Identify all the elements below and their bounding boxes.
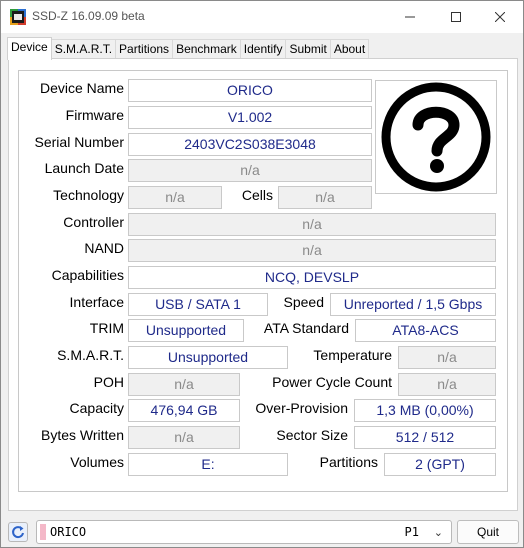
close-button[interactable] [477, 1, 523, 33]
quit-button[interactable]: Quit [457, 520, 519, 544]
volumes-value: E: [128, 453, 288, 476]
question-mark-icon [381, 82, 491, 192]
tab-smart[interactable]: S.M.A.R.T. [50, 39, 117, 60]
device-name-label: Device Name [39, 80, 124, 96]
over-provision-label: Over-Provision [255, 400, 348, 416]
cells-label: Cells [241, 187, 273, 203]
smart-label: S.M.A.R.T. [57, 347, 124, 363]
ssdz-app-icon [10, 9, 26, 25]
capabilities-label: Capabilities [51, 267, 124, 283]
tab-device[interactable]: Device [7, 37, 52, 60]
poh-value: n/a [128, 373, 240, 396]
nand-label: NAND [84, 240, 124, 256]
bytes-written-value: n/a [128, 426, 240, 449]
tab-strip: Device S.M.A.R.T. Partitions Benchmark I… [7, 37, 370, 60]
speed-label: Speed [283, 294, 324, 310]
sector-size-label: Sector Size [276, 427, 348, 443]
title-bar[interactable]: SSD-Z 16.09.09 beta [1, 1, 523, 33]
launch-date-label: Launch Date [44, 160, 124, 176]
capabilities-value: NCQ, DEVSLP [128, 266, 496, 289]
bottom-bar: ORICO P1 ⌄ Quit [1, 515, 523, 547]
controller-value: n/a [128, 213, 496, 236]
ata-standard-label: ATA Standard [263, 320, 349, 336]
ata-standard-value: ATA8-ACS [355, 319, 496, 342]
volumes-label: Volumes [70, 454, 124, 470]
minimize-button[interactable] [387, 1, 433, 33]
device-image [375, 80, 497, 194]
drive-select-partition: P1 [404, 525, 419, 539]
maximize-button[interactable] [433, 1, 479, 33]
nand-value: n/a [128, 239, 496, 262]
tab-benchmark[interactable]: Benchmark [172, 39, 241, 60]
tab-partitions[interactable]: Partitions [115, 39, 174, 60]
power-cycle-count-label: Power Cycle Count [272, 374, 392, 390]
tab-about[interactable]: About [329, 39, 370, 60]
bytes-written-label: Bytes Written [41, 427, 124, 443]
window-title: SSD-Z 16.09.09 beta [32, 9, 145, 23]
partitions-label: Partitions [319, 454, 378, 470]
power-cycle-count-value: n/a [398, 373, 496, 396]
device-name-value: ORICO [128, 79, 372, 102]
controller-label: Controller [63, 214, 124, 230]
technology-value: n/a [128, 186, 222, 209]
maximize-icon [451, 12, 461, 22]
chevron-down-icon[interactable]: ⌄ [434, 522, 443, 544]
partitions-value: 2 (GPT) [384, 453, 496, 476]
smart-value: Unsupported [128, 346, 288, 369]
close-icon [495, 12, 505, 22]
serial-number-value: 2403VC2S038E3048 [128, 133, 372, 156]
serial-number-label: Serial Number [34, 134, 124, 150]
interface-value: USB / SATA 1 [128, 293, 268, 316]
trim-value: Unsupported [128, 319, 244, 342]
tab-submit[interactable]: Submit [285, 39, 331, 60]
firmware-label: Firmware [65, 107, 124, 123]
drive-color-marker [40, 524, 46, 540]
capacity-label: Capacity [69, 400, 124, 416]
minimize-icon [405, 16, 415, 18]
cells-value: n/a [278, 186, 372, 209]
refresh-button[interactable] [8, 522, 28, 542]
drive-select[interactable]: ORICO P1 ⌄ [36, 520, 452, 544]
ssdz-window: SSD-Z 16.09.09 beta Device S.M.A.R.T. Pa… [0, 0, 524, 548]
refresh-icon [12, 526, 24, 539]
temperature-label: Temperature [313, 347, 392, 363]
capacity-value: 476,94 GB [128, 399, 240, 422]
speed-value: Unreported / 1,5 Gbps [330, 293, 496, 316]
over-provision-value: 1,3 MB (0,00%) [354, 399, 496, 422]
technology-label: Technology [53, 187, 124, 203]
sector-size-value: 512 / 512 [354, 426, 496, 449]
drive-select-name: ORICO [50, 525, 87, 539]
temperature-value: n/a [398, 346, 496, 369]
firmware-value: V1.002 [128, 106, 372, 129]
launch-date-value: n/a [128, 159, 372, 182]
poh-label: POH [93, 374, 124, 390]
tab-identify[interactable]: Identify [239, 39, 287, 60]
interface-label: Interface [69, 294, 124, 310]
trim-label: TRIM [89, 320, 124, 336]
